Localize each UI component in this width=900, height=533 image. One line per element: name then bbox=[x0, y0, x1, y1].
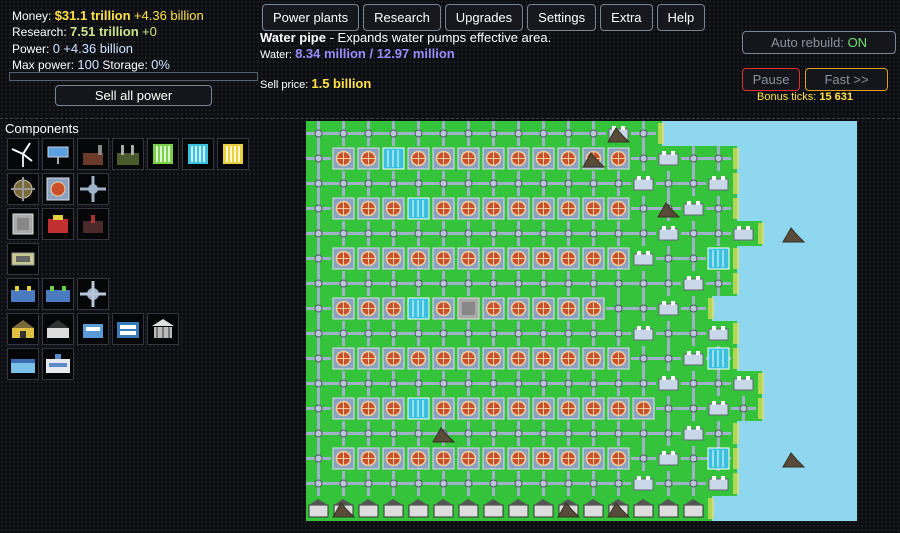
power-progress-bar bbox=[9, 72, 258, 81]
bonus-ticks-value: 15 631 bbox=[819, 91, 854, 103]
divider bbox=[0, 118, 900, 119]
auto-rebuild-toggle[interactable]: Auto rebuild: ON bbox=[742, 31, 896, 54]
power-label: Power: bbox=[12, 41, 50, 56]
auto-rebuild-label: Auto rebuild: bbox=[770, 35, 844, 50]
menu-extra[interactable]: Extra bbox=[600, 4, 653, 31]
heat-sink-icon[interactable] bbox=[7, 243, 39, 275]
menu-research[interactable]: Research bbox=[363, 4, 441, 31]
lab-icon[interactable] bbox=[42, 278, 74, 310]
sell-price-label: Sell price: bbox=[260, 79, 309, 91]
selected-info: Water pipe - Expands water pumps effecti… bbox=[260, 30, 551, 45]
bonus-ticks-label: Bonus ticks: bbox=[757, 91, 817, 103]
generator-red-icon[interactable] bbox=[42, 208, 74, 240]
water-pump-icon[interactable] bbox=[42, 173, 74, 205]
power-delta: +4.36 billion bbox=[63, 40, 134, 56]
menu-power-plants[interactable]: Power plants bbox=[262, 4, 360, 31]
yellow-cell-icon[interactable] bbox=[217, 138, 249, 170]
factory-icon[interactable] bbox=[42, 348, 74, 380]
sell-all-power-button[interactable]: Sell all power bbox=[55, 85, 212, 106]
water-value: 8.34 million / 12.97 million bbox=[295, 46, 455, 61]
sell-price-row: Sell price: 1.5 billion bbox=[260, 76, 371, 91]
house-blue-icon[interactable] bbox=[77, 313, 109, 345]
components-title: Components bbox=[5, 121, 79, 136]
money-value: $31.1 trillion bbox=[54, 8, 131, 23]
heat-exchanger-icon[interactable] bbox=[7, 173, 39, 205]
pipe-junction-icon[interactable] bbox=[77, 278, 109, 310]
power-value: 0 bbox=[52, 40, 60, 56]
gas-plant-icon[interactable] bbox=[112, 138, 144, 170]
menu-settings[interactable]: Settings bbox=[527, 4, 597, 31]
main-menu: Power plants Research Upgrades Settings … bbox=[262, 4, 706, 31]
game-map[interactable] bbox=[306, 121, 857, 521]
sell-price-value: 1.5 billion bbox=[311, 76, 372, 91]
generator-dark-icon[interactable] bbox=[77, 208, 109, 240]
menu-help[interactable]: Help bbox=[656, 4, 706, 31]
house-white-icon[interactable] bbox=[42, 313, 74, 345]
battery-icon[interactable] bbox=[7, 208, 39, 240]
menu-upgrades[interactable]: Upgrades bbox=[444, 4, 524, 31]
money-delta: +4.36 billion bbox=[133, 8, 204, 23]
shop-icon[interactable] bbox=[7, 348, 39, 380]
cyan-cell-icon[interactable] bbox=[182, 138, 214, 170]
house-yellow-icon[interactable] bbox=[7, 313, 39, 345]
water-label: Water: bbox=[260, 49, 292, 61]
water-row: Water: 8.34 million / 12.97 million bbox=[260, 46, 455, 61]
research-row: Research: 7.51 trillion +0 bbox=[12, 24, 204, 40]
research-label: Research: bbox=[12, 25, 67, 40]
maxpower-label: Max power: bbox=[12, 57, 75, 72]
pause-button[interactable]: Pause bbox=[742, 68, 800, 91]
storage-value: 0% bbox=[151, 56, 170, 72]
selected-description: - Expands water pumps effective area. bbox=[325, 30, 552, 45]
stats-panel: Money: $31.1 trillion +4.36 billion Rese… bbox=[12, 8, 204, 73]
power-row: Power: 0 +4.36 billion bbox=[12, 41, 204, 57]
research-delta: +0 bbox=[142, 24, 157, 40]
bonus-ticks: Bonus ticks: 15 631 bbox=[757, 91, 853, 103]
maxpower-value: 100 bbox=[77, 56, 100, 72]
money-label: Money: bbox=[12, 9, 52, 23]
water-pipe-icon[interactable] bbox=[77, 173, 109, 205]
wind-turbine-icon[interactable] bbox=[7, 138, 39, 170]
coal-plant-icon[interactable] bbox=[77, 138, 109, 170]
green-cell-icon[interactable] bbox=[147, 138, 179, 170]
money-row: Money: $31.1 trillion +4.36 billion bbox=[12, 8, 204, 24]
auto-rebuild-state: ON bbox=[847, 35, 868, 50]
storage-label: Storage: bbox=[102, 57, 148, 72]
map-grid[interactable] bbox=[306, 121, 857, 521]
office-icon[interactable] bbox=[7, 278, 39, 310]
research-value: 7.51 trillion bbox=[70, 24, 139, 40]
building-blue-icon[interactable] bbox=[112, 313, 144, 345]
selected-title: Water pipe bbox=[260, 30, 326, 45]
fast-button[interactable]: Fast >> bbox=[805, 68, 888, 91]
maxpower-row: Max power: 100 Storage: 0% bbox=[12, 57, 204, 73]
solar-panel-icon[interactable] bbox=[42, 138, 74, 170]
bank-icon[interactable] bbox=[147, 313, 179, 345]
